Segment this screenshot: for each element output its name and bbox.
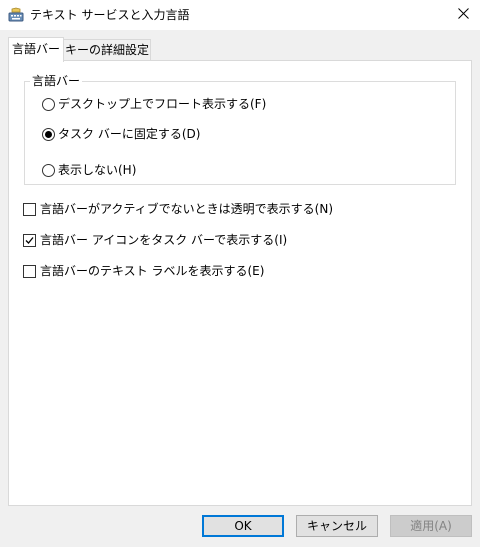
checkbox[interactable] (23, 233, 36, 247)
checkbox-label: 言語バーがアクティブでないときは透明で表示する(N) (40, 202, 334, 216)
tab-panel-language-bar: 言語バー デスクトップ上でフロート表示する(F) タスク バーに固定する(D) … (8, 60, 472, 506)
ok-button[interactable]: OK (202, 515, 284, 537)
groupbox-label: 言語バー (30, 73, 83, 89)
checkbox[interactable] (23, 264, 36, 278)
tab-language-bar[interactable]: 言語バー (8, 37, 64, 62)
radio-label: 表示しない(H) (58, 163, 137, 177)
language-bar-groupbox: 言語バー デスクトップ上でフロート表示する(F) タスク バーに固定する(D) … (24, 73, 456, 185)
radio-hidden[interactable]: 表示しない(H) (42, 162, 136, 178)
window-title: テキスト サービスと入力言語 (30, 8, 190, 22)
tab-advanced-key-settings[interactable]: キーの詳細設定 (63, 39, 151, 60)
checkmark-icon (25, 236, 34, 244)
checkbox-row-show-icon-in-taskbar[interactable]: 言語バー アイコンをタスク バーで表示する(I) (23, 232, 287, 248)
checkbox-row-show-text-labels[interactable]: 言語バーのテキスト ラベルを表示する(E) (23, 263, 264, 279)
checkbox[interactable] (23, 202, 36, 216)
radio-float-on-desktop[interactable]: デスクトップ上でフロート表示する(F) (42, 96, 266, 112)
apply-button[interactable]: 適用(A) (390, 515, 472, 537)
radio-button[interactable] (42, 163, 55, 177)
radio-label: タスク バーに固定する(D) (58, 127, 201, 141)
radio-dock-in-taskbar[interactable]: タスク バーに固定する(D) (42, 126, 200, 142)
cancel-button[interactable]: キャンセル (296, 515, 378, 537)
radio-button[interactable] (42, 97, 55, 111)
title-bar: テキスト サービスと入力言語 (0, 0, 480, 30)
checkbox-label: 言語バー アイコンをタスク バーで表示する(I) (40, 233, 288, 247)
radio-label: デスクトップ上でフロート表示する(F) (58, 97, 267, 111)
close-button[interactable] (446, 0, 480, 30)
checkbox-label: 言語バーのテキスト ラベルを表示する(E) (40, 264, 265, 278)
keyboard-icon (8, 7, 24, 23)
close-icon (457, 8, 469, 22)
checkbox-row-transparent-inactive[interactable]: 言語バーがアクティブでないときは透明で表示する(N) (23, 201, 333, 217)
radio-button[interactable] (42, 127, 55, 141)
